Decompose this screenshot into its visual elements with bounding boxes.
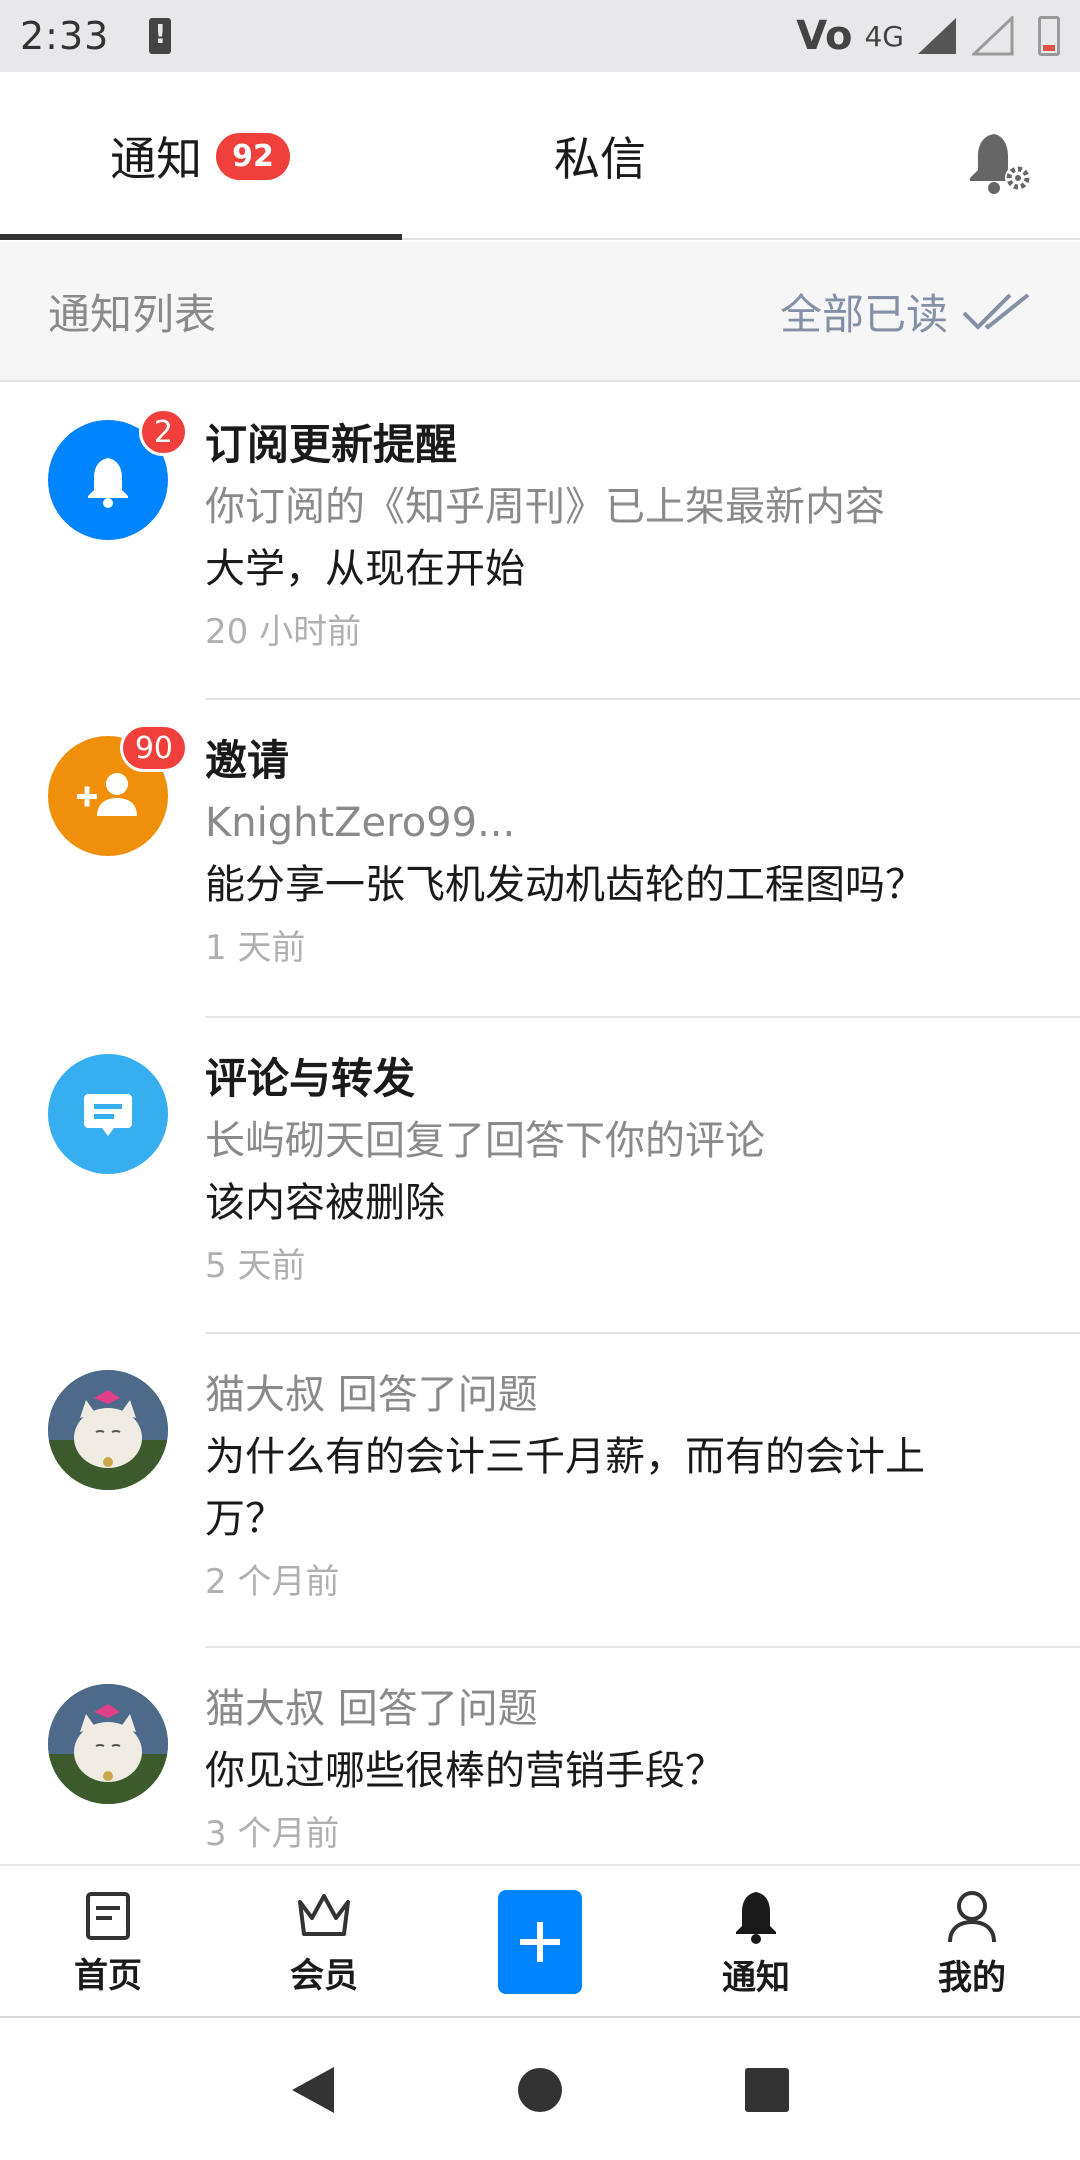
bell-icon xyxy=(88,458,128,508)
cat-avatar-image xyxy=(48,1370,168,1490)
tab-messages[interactable]: 私信 xyxy=(400,72,800,240)
mark-all-read-button[interactable]: 全部已读 xyxy=(780,281,1032,342)
recents-icon[interactable] xyxy=(742,2065,792,2115)
invite-avatar: 90 xyxy=(48,724,188,856)
bottom-navigation: 首页 会员 通知 我的 xyxy=(0,1864,1080,2018)
notification-subtitle: 猫大叔 回答了问题 xyxy=(205,1372,538,1418)
status-bar: 2:33 Vo 4G xyxy=(0,0,1080,72)
list-header: 通知列表 全部已读 xyxy=(0,242,1080,382)
unread-badge: 2 xyxy=(138,408,188,456)
notification-item[interactable]: 90 邀请 KnightZero99... 能分享一张飞机发动机齿轮的工程图吗？… xyxy=(0,700,1080,1018)
nav-mine-label: 我的 xyxy=(938,1957,1006,1998)
notification-subtitle: KnightZero99... xyxy=(205,800,516,846)
user-avatar[interactable] xyxy=(48,1684,168,1804)
nav-home-label: 首页 xyxy=(74,1955,142,1996)
mark-all-read-label: 全部已读 xyxy=(779,289,948,339)
notification-time: 5 天前 xyxy=(205,1246,306,1286)
notification-item[interactable]: 2 订阅更新提醒 你订阅的《知乎周刊》已上架最新内容 大学，从现在开始 20 小… xyxy=(0,384,1080,700)
signal-icon xyxy=(918,18,956,54)
system-navigation-bar xyxy=(0,2020,1080,2160)
notification-text: 邀请 KnightZero99... 能分享一张飞机发动机齿轮的工程图吗？ 1 … xyxy=(205,730,1040,980)
tab-notifications-label: 通知 xyxy=(110,132,203,186)
cat-avatar-image xyxy=(48,1684,168,1804)
status-indicators: Vo 4G xyxy=(796,13,1060,59)
notification-body: 你见过哪些很棒的营销手段？ xyxy=(205,1748,725,1794)
notification-body: 为什么有的会计三千月薪，而有的会计上万？ xyxy=(205,1434,925,1542)
home-icon xyxy=(86,1891,130,1940)
signal-empty-icon xyxy=(972,16,1014,56)
volte-icon: Vo xyxy=(796,13,853,59)
notification-title: 评论与转发 xyxy=(205,1054,416,1103)
list-title: 通知列表 xyxy=(48,289,217,339)
plus-icon xyxy=(520,1922,560,1962)
comment-avatar xyxy=(48,1054,168,1174)
nav-member-label: 会员 xyxy=(290,1955,358,1996)
notification-title: 订阅更新提醒 xyxy=(205,420,458,469)
notification-time: 3 个月前 xyxy=(205,1814,340,1854)
notification-body: 大学，从现在开始 xyxy=(205,546,525,592)
notification-body: 能分享一张飞机发动机齿轮的工程图吗？ xyxy=(205,862,925,908)
network-type: 4G xyxy=(864,19,904,53)
nav-notifications[interactable]: 通知 xyxy=(648,1866,864,2020)
home-circle-icon[interactable] xyxy=(515,2065,565,2115)
notification-body: 该内容被删除 xyxy=(205,1180,445,1226)
tab-notifications[interactable]: 通知 92 xyxy=(0,72,400,240)
notification-text: 猫大叔 回答了问题 为什么有的会计三千月薪，而有的会计上万？ 2 个月前 xyxy=(205,1364,1040,1614)
profile-icon xyxy=(948,1890,996,1942)
tab-messages-label: 私信 xyxy=(554,132,646,186)
notification-title: 邀请 xyxy=(205,736,290,785)
notification-time: 2 个月前 xyxy=(205,1562,340,1602)
nav-mine[interactable]: 我的 xyxy=(864,1866,1080,2020)
notification-text: 订阅更新提醒 你订阅的《知乎周刊》已上架最新内容 大学，从现在开始 20 小时前 xyxy=(205,414,1040,664)
notification-subtitle: 猫大叔 回答了问题 xyxy=(205,1686,538,1732)
notification-item[interactable]: 评论与转发 长屿砌天回复了回答下你的评论 该内容被删除 5 天前 xyxy=(0,1018,1080,1334)
double-check-icon xyxy=(962,293,1030,330)
notification-time: 1 天前 xyxy=(205,928,306,968)
bell-filled-icon xyxy=(736,1891,776,1944)
subscription-avatar: 2 xyxy=(48,408,188,540)
status-time: 2:33 xyxy=(20,14,110,58)
unread-badge: 90 xyxy=(119,724,188,772)
battery-icon xyxy=(1038,16,1060,56)
tab-indicator xyxy=(0,234,402,240)
nav-notifications-label: 通知 xyxy=(722,1957,790,1998)
comment-icon xyxy=(84,1094,132,1136)
top-tab-bar: 通知 92 私信 xyxy=(0,72,1080,240)
back-icon[interactable] xyxy=(288,2063,338,2117)
nav-member[interactable]: 会员 xyxy=(216,1866,432,2020)
nav-home[interactable]: 首页 xyxy=(0,1866,216,2020)
notification-time: 20 小时前 xyxy=(205,612,362,652)
notification-item[interactable]: 猫大叔 回答了问题 为什么有的会计三千月薪，而有的会计上万？ 2 个月前 xyxy=(0,1334,1080,1648)
notification-text: 猫大叔 回答了问题 你见过哪些很棒的营销手段？ 3 个月前 xyxy=(205,1678,1040,1864)
notification-item[interactable]: 猫大叔 回答了问题 你见过哪些很棒的营销手段？ 3 个月前 xyxy=(0,1648,1080,1864)
notification-settings-icon[interactable] xyxy=(962,126,1034,198)
crown-icon xyxy=(298,1893,350,1936)
user-avatar[interactable] xyxy=(48,1370,168,1490)
notification-count-badge: 92 xyxy=(216,132,290,180)
notification-text: 评论与转发 长屿砌天回复了回答下你的评论 该内容被删除 5 天前 xyxy=(205,1048,1040,1298)
notification-subtitle: 长屿砌天回复了回答下你的评论 xyxy=(205,1118,765,1164)
add-post-button[interactable] xyxy=(498,1890,582,1994)
alert-icon xyxy=(149,18,172,54)
add-user-icon xyxy=(77,773,137,816)
notification-subtitle: 你订阅的《知乎周刊》已上架最新内容 xyxy=(205,484,885,530)
